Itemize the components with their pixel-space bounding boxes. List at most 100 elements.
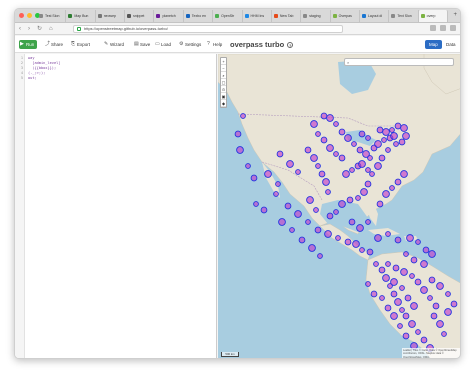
browser-tab[interactable]: Map Bun xyxy=(66,10,96,22)
map-marker[interactable] xyxy=(381,137,387,143)
map-marker[interactable] xyxy=(384,304,392,312)
map-marker[interactable] xyxy=(234,130,242,138)
map-marker[interactable] xyxy=(276,150,284,158)
map-marker[interactable] xyxy=(318,170,326,178)
extension-icon[interactable] xyxy=(440,25,446,31)
map-marker[interactable] xyxy=(427,295,433,301)
map-marker[interactable] xyxy=(305,219,311,225)
map-marker[interactable] xyxy=(441,331,447,337)
map-marker[interactable] xyxy=(436,320,444,328)
map-marker[interactable] xyxy=(378,154,386,162)
map-marker[interactable] xyxy=(356,224,364,232)
map-marker[interactable] xyxy=(394,236,402,244)
map-marker[interactable] xyxy=(286,160,294,168)
map-marker[interactable] xyxy=(408,320,416,328)
map-marker[interactable] xyxy=(369,171,375,177)
fullscreen-button[interactable]: ▢ xyxy=(221,79,226,86)
map-marker[interactable] xyxy=(351,141,357,147)
map-marker[interactable] xyxy=(253,201,259,207)
map-marker[interactable] xyxy=(306,196,314,204)
load-button[interactable]: ▭ Load xyxy=(154,40,174,49)
map-marker[interactable] xyxy=(394,298,402,306)
map-marker[interactable] xyxy=(346,196,354,204)
map-marker[interactable] xyxy=(342,170,350,178)
share-button[interactable]: ⤴ Share xyxy=(44,40,66,49)
map-marker[interactable] xyxy=(364,180,372,188)
map-marker[interactable] xyxy=(398,138,406,146)
browser-tab[interactable]: neowep xyxy=(96,10,126,22)
browser-tab[interactable]: Overpas xyxy=(331,10,360,22)
map-marker[interactable] xyxy=(310,120,318,128)
map-marker[interactable] xyxy=(326,212,334,220)
map-marker[interactable] xyxy=(410,256,418,264)
map-marker[interactable] xyxy=(250,174,258,182)
map-marker[interactable] xyxy=(322,178,330,186)
map-marker[interactable] xyxy=(308,244,316,252)
close-window-button[interactable] xyxy=(19,13,24,18)
map-marker[interactable] xyxy=(390,132,398,140)
map-marker[interactable] xyxy=(402,312,410,320)
zoom-in-button[interactable]: + xyxy=(221,58,226,65)
map-marker[interactable] xyxy=(365,135,371,141)
map-marker[interactable] xyxy=(376,126,384,134)
search-location-button[interactable]: ⌕ xyxy=(221,72,226,79)
map-marker[interactable] xyxy=(304,146,312,154)
map-marker[interactable] xyxy=(335,235,341,241)
map-marker[interactable] xyxy=(385,261,391,267)
browser-tab[interactable]: staging xyxy=(301,10,331,22)
help-button[interactable]: ? Help xyxy=(206,40,225,49)
map-marker[interactable] xyxy=(374,140,382,148)
map-marker[interactable] xyxy=(382,190,390,198)
reload-icon[interactable]: ↻ xyxy=(37,25,42,33)
map-marker[interactable] xyxy=(414,278,422,286)
map-marker[interactable] xyxy=(422,246,430,254)
tab-data[interactable]: Data xyxy=(442,40,460,49)
map-marker[interactable] xyxy=(400,170,408,178)
browser-tab[interactable]: Text Slon xyxy=(389,10,419,22)
browser-tab[interactable]: overp xyxy=(418,10,449,22)
map-marker[interactable] xyxy=(358,130,366,138)
map-marker[interactable] xyxy=(389,127,395,133)
map-marker[interactable] xyxy=(399,285,405,291)
browser-tab[interactable]: New Tab xyxy=(272,10,302,22)
map-marker[interactable] xyxy=(393,141,399,147)
settings-button[interactable]: ⚙ Settings xyxy=(178,40,204,49)
map-marker[interactable] xyxy=(436,282,444,290)
browser-tab[interactable]: HHM Ins xyxy=(243,10,272,22)
browser-tab[interactable]: Test Slon xyxy=(37,10,67,22)
map-marker[interactable] xyxy=(365,219,371,225)
map-marker[interactable] xyxy=(390,278,398,286)
map-marker[interactable] xyxy=(298,236,306,244)
map-marker[interactable] xyxy=(415,329,421,335)
map-marker[interactable] xyxy=(315,131,321,137)
map-marker[interactable] xyxy=(358,160,366,168)
map-marker[interactable] xyxy=(264,170,272,178)
export-button[interactable]: ⎘ Export xyxy=(70,40,93,49)
map-marker[interactable] xyxy=(338,128,346,136)
map-marker[interactable] xyxy=(390,290,398,298)
tab-map[interactable]: Map xyxy=(425,40,442,49)
map-marker[interactable] xyxy=(278,218,286,226)
map-marker[interactable] xyxy=(325,189,331,195)
layers-button[interactable]: ▣ xyxy=(221,93,226,100)
map-marker[interactable] xyxy=(365,281,371,287)
map-marker[interactable] xyxy=(382,128,390,136)
map-marker[interactable] xyxy=(240,113,246,119)
map-marker[interactable] xyxy=(400,124,408,132)
map-marker[interactable] xyxy=(324,230,332,238)
map-marker[interactable] xyxy=(394,178,402,186)
map-marker[interactable] xyxy=(420,336,428,344)
map-marker[interactable] xyxy=(344,238,352,246)
map-marker[interactable] xyxy=(373,261,379,267)
map-marker[interactable] xyxy=(450,300,458,308)
address-bar[interactable]: https://openstreetmap.github.io/overpass… xyxy=(73,25,343,33)
map-canvas[interactable] xyxy=(218,54,461,359)
map-marker[interactable] xyxy=(432,302,440,310)
home-icon[interactable]: ⌂ xyxy=(49,25,53,33)
map-marker[interactable] xyxy=(402,332,410,340)
map-marker[interactable] xyxy=(430,312,438,320)
map-marker[interactable] xyxy=(326,144,334,152)
browser-tab[interactable]: Layout di xyxy=(360,10,390,22)
map-marker[interactable] xyxy=(294,210,302,218)
save-button[interactable]: ▤ Save xyxy=(133,40,153,49)
